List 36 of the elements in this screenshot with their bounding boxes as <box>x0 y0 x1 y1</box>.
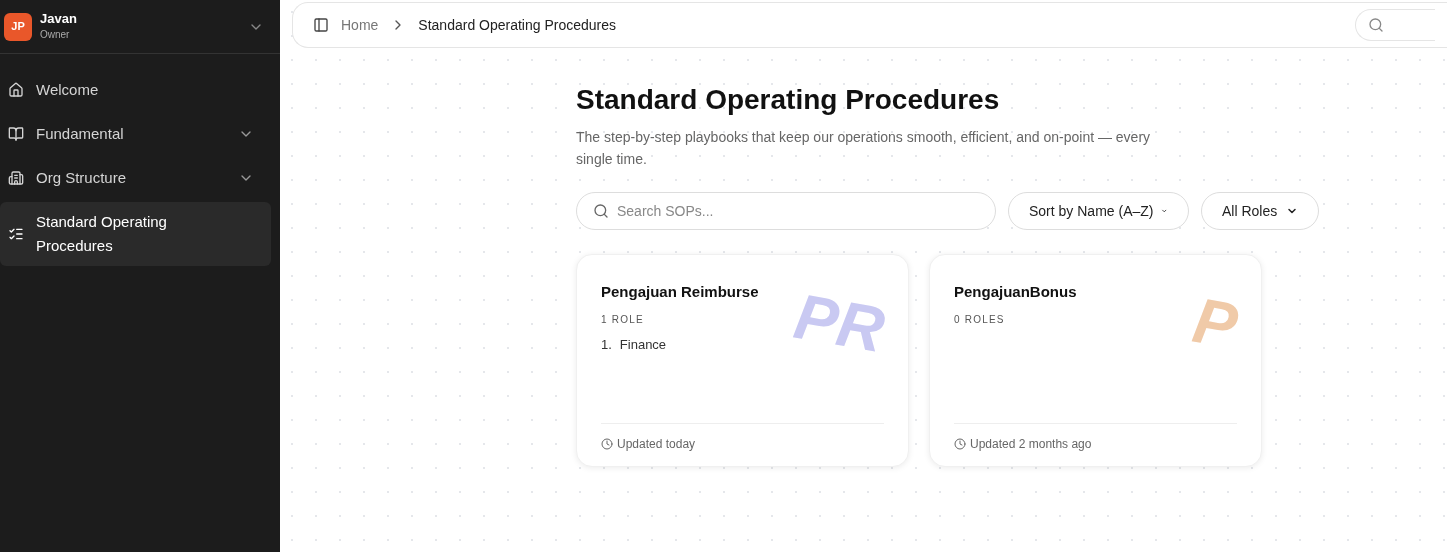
sidebar-toggle-icon[interactable] <box>313 17 329 33</box>
card-monogram: P <box>1189 287 1243 359</box>
sidebar-label: Org Structure <box>36 168 128 188</box>
sidebar-item[interactable]: Fundamental <box>0 114 271 154</box>
page-title: Standard Operating Procedures <box>576 83 1001 117</box>
checklist-icon <box>8 226 24 242</box>
account-name: Javan <box>40 10 78 27</box>
sidebar-item[interactable]: Welcome <box>0 70 271 110</box>
role-dropdown[interactable]: All Roles <box>1201 192 1319 230</box>
role-name: Finance <box>619 336 667 354</box>
search-input[interactable]: Search SOPs... <box>617 201 979 221</box>
search-icon <box>1368 17 1384 33</box>
card-title: PengajuanBonus <box>954 282 1078 302</box>
list-number: 1. <box>601 336 612 354</box>
updated-time: Updated 2 months ago <box>970 436 1092 452</box>
home-icon <box>8 82 24 98</box>
sidebar-item[interactable]: Org Structure <box>0 158 271 198</box>
avatar: JP <box>4 12 32 41</box>
search-field[interactable]: Search SOPs... <box>576 192 996 230</box>
breadcrumb-link[interactable]: Home <box>341 15 379 35</box>
sidebar-label: Welcome <box>36 80 100 100</box>
page-description: The step-by-step playbooks that keep our operations smooth, efficient, and on-point — every single time. <box>576 128 1152 169</box>
sidebar-label: Standard Operating Procedures <box>36 212 168 256</box>
updated-time: Updated today <box>617 436 696 452</box>
clock-icon <box>954 438 966 450</box>
sort-dropdown[interactable]: Sort by Name (A–Z) <box>1008 192 1189 230</box>
book-icon <box>8 126 24 142</box>
sidebar-label: Fundamental <box>36 124 125 144</box>
building-icon <box>8 170 24 186</box>
account-role: Owner <box>40 27 71 42</box>
clock-icon <box>601 438 613 450</box>
sidebar-item[interactable]: Standard Operating Procedures <box>0 202 271 266</box>
sop-card[interactable]: P PengajuanBonus 0 ROLES Updated 2 months ago <box>929 254 1262 467</box>
card-title: Pengajuan Reimburse <box>601 282 760 302</box>
breadcrumb-current: Standard Operating Procedures <box>418 16 618 35</box>
search-icon <box>593 203 609 219</box>
